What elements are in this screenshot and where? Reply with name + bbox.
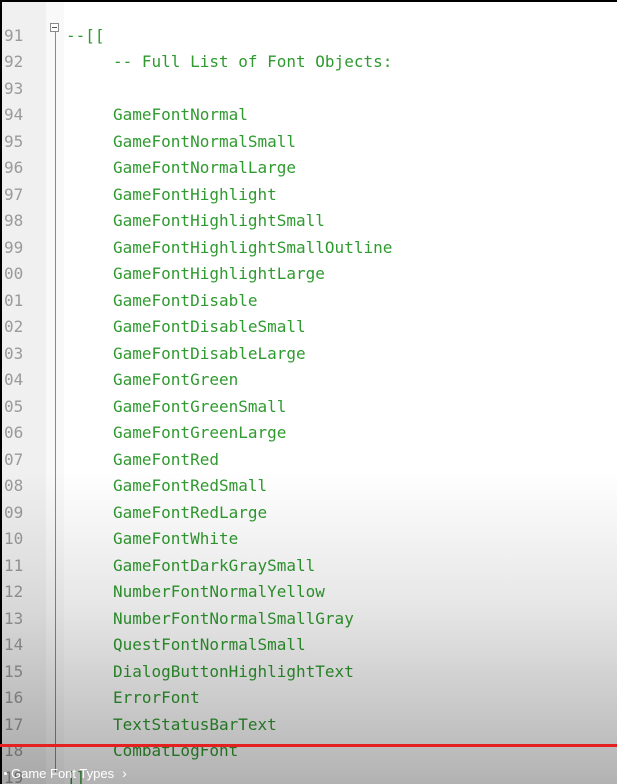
line-number: 96 — [4, 158, 24, 177]
code-text: NumberFontNormalSmallGray — [113, 608, 354, 628]
chevron-right-icon: › — [122, 765, 127, 781]
code-text: GameFontNormalSmall — [113, 131, 297, 151]
line-number: 13 — [4, 608, 24, 628]
code-line: 96 GameFontNormalLarge — [2, 155, 617, 182]
line-number: 94 — [4, 105, 24, 124]
code-line: 99 GameFontHighlightSmallOutline — [2, 235, 617, 262]
code-text: GameFontGreenSmall — [113, 396, 287, 416]
line-number: 18 — [4, 741, 24, 760]
code-text: GameFontRedSmall — [113, 476, 268, 495]
line-number: 05 — [4, 396, 24, 416]
line-number: 01 — [4, 290, 24, 310]
code-text: GameFontRed — [113, 449, 219, 469]
code-text: GameFontDisableSmall — [113, 317, 306, 336]
code-text: NumberFontNormalYellow — [113, 582, 325, 601]
code-editor: 91 --[[92 -- Full List of Font Objects: 93 9… — [2, 2, 617, 784]
code-text: GameFontGreenLarge — [113, 423, 287, 442]
code-line: 17 TextStatusBarText — [2, 712, 617, 739]
code-line: 95 GameFontNormalSmall — [2, 129, 617, 156]
code-text: GameFontDarkGraySmall — [113, 555, 316, 575]
code-text: GameFontGreen — [113, 370, 239, 389]
code-text: GameFontDisable — [113, 290, 258, 310]
code-line: 08 GameFontRedSmall — [2, 473, 617, 500]
code-line: 04 GameFontGreen — [2, 367, 617, 394]
line-number: 15 — [4, 661, 24, 681]
line-number: 12 — [4, 582, 24, 601]
code-text: GameFontNormalLarge — [113, 158, 297, 177]
code-text: GameFontRedLarge — [113, 502, 268, 522]
line-number: 91 — [4, 25, 24, 45]
code-line: 98 GameFontHighlightSmall — [2, 208, 617, 235]
code-line: 11 GameFontDarkGraySmall — [2, 553, 617, 580]
line-number: 95 — [4, 131, 24, 151]
code-line: 09 GameFontRedLarge — [2, 500, 617, 527]
code-line: 91 --[[ — [2, 23, 617, 50]
code-text: GameFontHighlight — [113, 184, 277, 204]
line-number: 06 — [4, 423, 24, 442]
code-text: -- Full List of Font Objects: — [113, 52, 393, 71]
code-line: 97 GameFontHighlight — [2, 182, 617, 209]
line-number: 14 — [4, 635, 24, 654]
code-text: GameFontHighlightLarge — [113, 264, 325, 283]
code-line: 01 GameFontDisable — [2, 288, 617, 315]
code-text: GameFontHighlightSmall — [113, 211, 325, 230]
line-number: 10 — [4, 529, 24, 548]
code-text: GameFontHighlightSmallOutline — [113, 237, 393, 257]
code-line: 12 NumberFontNormalYellow — [2, 579, 617, 606]
code-line: 94 GameFontNormal — [2, 102, 617, 129]
video-frame: 91 --[[92 -- Full List of Font Objects: 93 9… — [0, 0, 617, 784]
line-number: 16 — [4, 688, 24, 707]
code-line: 00 GameFontHighlightLarge — [2, 261, 617, 288]
chapter-label: Game Font Types — [11, 765, 115, 781]
code-line: 14 QuestFontNormalSmall — [2, 632, 617, 659]
line-number: 17 — [4, 714, 24, 734]
line-number: 09 — [4, 502, 24, 522]
code-text: GameFontDisableLarge — [113, 343, 306, 363]
video-progress-bar[interactable] — [0, 744, 617, 747]
code-line: 18 CombatLogFont — [2, 738, 617, 765]
code-text: TextStatusBarText — [113, 714, 277, 734]
code-line: 15 DialogButtonHighlightText — [2, 659, 617, 686]
line-number: 00 — [4, 264, 24, 283]
line-number: 97 — [4, 184, 24, 204]
code-line: 07 GameFontRed — [2, 447, 617, 474]
code-line: 05 GameFontGreenSmall — [2, 394, 617, 421]
code-line: 03 GameFontDisableLarge — [2, 341, 617, 368]
line-number: 08 — [4, 476, 24, 495]
code-text: GameFontWhite — [113, 529, 239, 548]
line-number: 11 — [4, 555, 24, 575]
code-text: DialogButtonHighlightText — [113, 661, 354, 681]
code-line: 06 GameFontGreenLarge — [2, 420, 617, 447]
code-line: 92 -- Full List of Font Objects: — [2, 49, 617, 76]
code-text: ErrorFont — [113, 688, 200, 707]
line-number: 04 — [4, 370, 24, 389]
code-line: 93 — [2, 76, 617, 103]
code-text: --[[ — [66, 25, 105, 45]
line-number: 02 — [4, 317, 24, 336]
code-text: GameFontNormal — [113, 105, 248, 124]
code-line: 13 NumberFontNormalSmallGray — [2, 606, 617, 633]
code-line: 02 GameFontDisableSmall — [2, 314, 617, 341]
chapter-button[interactable]: Game Font Types › — [0, 762, 127, 784]
chapter-dot-icon — [4, 771, 7, 775]
line-number: 07 — [4, 449, 24, 469]
line-number: 93 — [4, 78, 24, 98]
code-line: 10 GameFontWhite — [2, 526, 617, 553]
code-line: 16 ErrorFont — [2, 685, 617, 712]
code-text: QuestFontNormalSmall — [113, 635, 306, 654]
line-number: 99 — [4, 237, 24, 257]
line-number: 92 — [4, 52, 24, 71]
code-text: CombatLogFont — [113, 741, 239, 760]
line-number: 03 — [4, 343, 24, 363]
line-number: 98 — [4, 211, 24, 230]
